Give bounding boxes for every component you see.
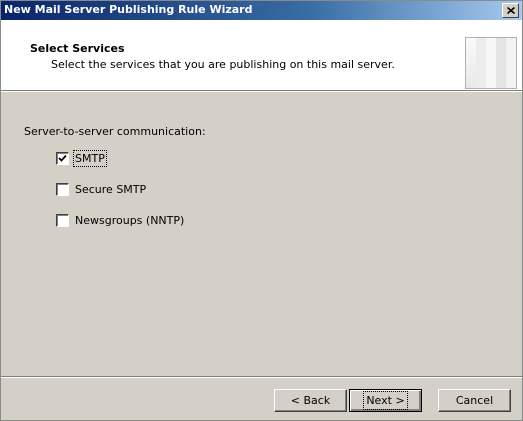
footer-divider (1, 376, 522, 378)
window-title: New Mail Server Publishing Rule Wizard (4, 3, 253, 16)
option-smtp[interactable]: SMTP (56, 149, 107, 167)
wizard-header-icon (465, 37, 517, 89)
close-button[interactable] (502, 3, 519, 18)
next-button[interactable]: Next > (349, 389, 422, 412)
checkmark-icon (58, 154, 67, 162)
secure-smtp-checkbox[interactable] (56, 182, 69, 196)
smtp-checkbox[interactable] (56, 151, 69, 165)
title-bar[interactable]: New Mail Server Publishing Rule Wizard (1, 1, 522, 20)
nntp-label[interactable]: Newsgroups (NNTP) (75, 214, 184, 227)
wizard-header: Select Services Select the services that… (1, 20, 522, 90)
cancel-button[interactable]: Cancel (438, 389, 511, 412)
header-divider (1, 90, 522, 92)
next-button-label: Next > (363, 391, 408, 410)
back-button[interactable]: < Back (274, 389, 347, 412)
option-nntp[interactable]: Newsgroups (NNTP) (56, 213, 184, 227)
close-icon (506, 7, 515, 14)
option-secure-smtp[interactable]: Secure SMTP (56, 182, 146, 196)
wizard-window: New Mail Server Publishing Rule Wizard S… (0, 0, 523, 421)
smtp-label[interactable]: SMTP (73, 149, 107, 167)
secure-smtp-label[interactable]: Secure SMTP (75, 183, 146, 196)
back-button-label: < Back (290, 394, 331, 407)
page-subtitle: Select the services that you are publish… (51, 58, 395, 71)
section-label: Server-to-server communication: (24, 125, 206, 138)
nntp-checkbox[interactable] (56, 213, 69, 227)
page-title: Select Services (30, 42, 125, 55)
cancel-button-label: Cancel (455, 394, 494, 407)
